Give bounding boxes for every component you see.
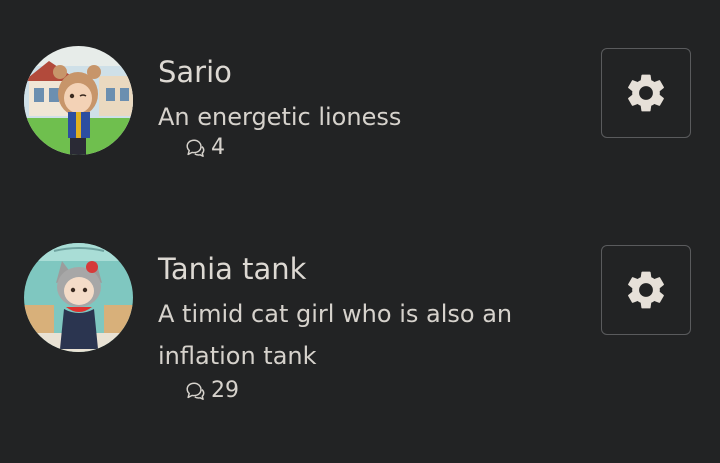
character-description: A timid cat girl who is also an inflatio… [158,300,513,370]
character-list: Sario An energetic lioness 4 Tania tank … [0,0,720,463]
chat-count-value: 4 [211,135,225,160]
character-info: Tania tank A timid cat girl who is also … [158,249,578,407]
chat-bubble-icon [186,139,205,157]
character-name[interactable]: Tania tank [158,249,578,289]
chat-bubble-icon [186,382,205,400]
chat-count: 29 [184,375,578,407]
avatar[interactable] [24,46,133,155]
character-settings-button[interactable] [601,48,691,138]
avatar-image [24,46,133,155]
gear-icon [628,271,664,309]
character-name[interactable]: Sario [158,52,578,92]
character-row[interactable]: Tania tank A timid cat girl who is also … [0,243,720,418]
character-row[interactable]: Sario An energetic lioness 4 [0,46,720,171]
character-settings-button[interactable] [601,245,691,335]
character-info: Sario An energetic lioness 4 [158,52,578,164]
avatar-image [24,243,133,352]
avatar[interactable] [24,243,133,352]
chat-count-value: 29 [211,378,239,403]
gear-icon [628,74,664,112]
